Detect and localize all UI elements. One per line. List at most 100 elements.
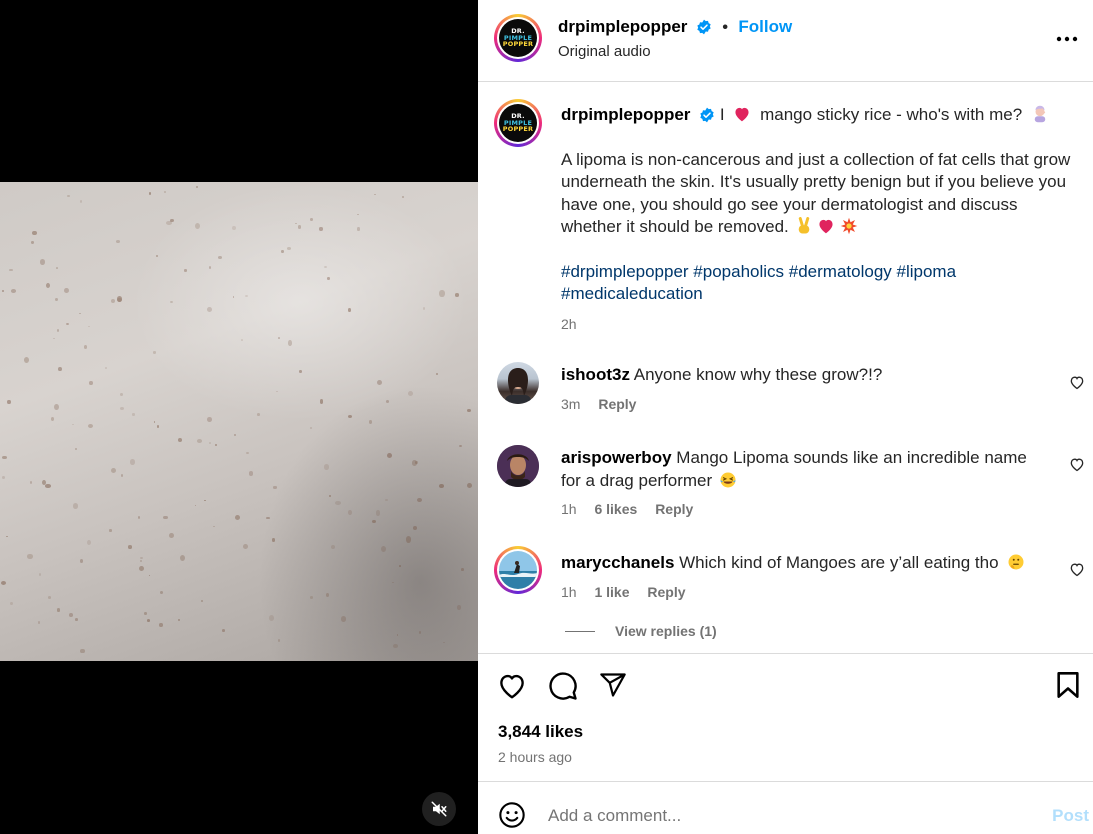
- skin-speckle: [357, 213, 360, 216]
- skin-speckle: [398, 565, 401, 567]
- person-facepalm-emoji-icon: [1034, 105, 1046, 123]
- skin-speckle: [335, 501, 341, 506]
- dr-pimple-popper-logo: DR. PIMPLE POPPER: [499, 104, 537, 142]
- comment-input[interactable]: [548, 806, 1008, 826]
- skin-speckle: [294, 222, 297, 225]
- skin-speckle: [287, 340, 292, 346]
- skin-speckle: [243, 543, 249, 550]
- like-comment-heart-icon[interactable]: [1069, 375, 1085, 390]
- verified-badge-icon: [700, 107, 714, 123]
- skin-speckle: [459, 445, 463, 448]
- likes-count[interactable]: 3,844 likes: [498, 722, 583, 742]
- more-options-icon[interactable]: [1056, 36, 1078, 42]
- video-player[interactable]: [0, 0, 478, 834]
- skin-speckle: [324, 265, 328, 268]
- skin-speckle: [110, 298, 115, 304]
- skin-speckle: [443, 641, 446, 644]
- comment-bubble-icon[interactable]: [548, 671, 578, 701]
- skin-speckle: [309, 427, 312, 430]
- mute-toggle-button[interactable]: [422, 792, 456, 826]
- save-bookmark-icon[interactable]: [1056, 671, 1080, 699]
- skin-speckle: [55, 266, 59, 270]
- commenter-avatar[interactable]: [497, 362, 539, 404]
- comment-time: 1h: [561, 583, 577, 600]
- caption-hashtags[interactable]: #drpimplepopper #popaholics #dermatology…: [561, 261, 1081, 306]
- skin-speckle: [356, 227, 360, 231]
- reply-button[interactable]: Reply: [598, 396, 636, 412]
- comment-username[interactable]: ishoot3z: [561, 365, 630, 384]
- skin-speckle: [439, 290, 445, 297]
- skin-speckle: [287, 247, 292, 250]
- skin-speckle: [54, 404, 59, 411]
- skin-speckle: [373, 193, 376, 196]
- skin-speckle: [385, 499, 388, 501]
- skin-speckle: [209, 442, 211, 445]
- commenter-avatar[interactable]: [497, 445, 539, 487]
- skin-speckle: [79, 199, 83, 203]
- post-comment-button[interactable]: Post: [1052, 806, 1089, 826]
- separator-dot: •: [722, 19, 728, 36]
- skin-speckle: [67, 194, 70, 198]
- comment-username[interactable]: arispowerboy: [561, 448, 672, 467]
- view-replies-label[interactable]: View replies (1): [615, 623, 717, 639]
- post-timestamp: 2 hours ago: [498, 749, 572, 765]
- skin-speckle: [246, 451, 250, 455]
- skin-speckle: [372, 520, 377, 524]
- skin-speckle: [240, 338, 244, 342]
- skin-speckle: [467, 483, 473, 489]
- skin-speckle: [329, 494, 332, 498]
- follow-button[interactable]: Follow: [738, 17, 792, 36]
- skin-speckle: [178, 437, 182, 442]
- skin-speckle: [89, 380, 93, 385]
- skin-speckle: [310, 596, 314, 600]
- skin-speckle: [148, 574, 151, 577]
- hashtags-line-2[interactable]: #medicaleducation: [561, 283, 1081, 306]
- caption: drpimplepopper I mango sticky rice - who…: [561, 104, 1081, 332]
- skin-speckle: [11, 289, 17, 294]
- commenter-avatar[interactable]: [494, 546, 542, 594]
- like-heart-icon[interactable]: [497, 672, 527, 700]
- skin-speckle: [276, 391, 278, 393]
- caption-author-avatar[interactable]: DR. PIMPLE POPPER: [494, 99, 542, 147]
- like-comment-heart-icon[interactable]: [1069, 562, 1085, 577]
- skin-speckle: [24, 356, 30, 363]
- comment-username[interactable]: marycchanels: [561, 553, 674, 572]
- skin-speckle: [330, 544, 336, 550]
- skin-speckle: [416, 497, 423, 503]
- skin-speckle: [50, 417, 54, 422]
- author-username[interactable]: drpimplepopper: [558, 17, 687, 36]
- skin-speckle: [183, 269, 188, 272]
- author-avatar[interactable]: DR. PIMPLE POPPER: [494, 14, 542, 62]
- comment-likes[interactable]: 6 likes: [594, 501, 637, 517]
- caption-author-username[interactable]: drpimplepopper: [561, 105, 690, 124]
- skin-speckle: [234, 515, 240, 520]
- skin-speckle: [164, 190, 167, 194]
- skin-speckle: [218, 256, 223, 259]
- add-comment-bar: Post: [478, 781, 1093, 834]
- caption-body: A lipoma is non-cancerous and just a col…: [561, 149, 1071, 237]
- skin-speckle: [120, 392, 124, 397]
- share-send-icon[interactable]: [598, 671, 628, 699]
- caption-timestamp: 2h: [561, 315, 577, 332]
- hashtags-line-1[interactable]: #drpimplepopper #popaholics #dermatology…: [561, 261, 1081, 284]
- skin-speckle: [310, 218, 313, 222]
- skin-speckle: [115, 239, 121, 243]
- skin-speckle: [232, 296, 235, 299]
- skin-speckle: [53, 337, 56, 340]
- skin-speckle: [56, 329, 59, 332]
- skin-speckle: [297, 225, 302, 229]
- comments-section[interactable]: DR. PIMPLE POPPER drpimplepopper I mango s…: [478, 83, 1093, 653]
- audio-label[interactable]: Original audio: [558, 43, 651, 60]
- skin-speckle: [221, 628, 226, 633]
- emoji-picker-icon[interactable]: [498, 801, 526, 829]
- caption-line1-start: I: [719, 105, 725, 124]
- skin-speckle: [45, 483, 51, 488]
- reply-button[interactable]: Reply: [655, 501, 693, 517]
- skin-speckle: [178, 619, 181, 621]
- comment-likes[interactable]: 1 like: [594, 584, 629, 600]
- view-replies-button[interactable]: View replies (1): [565, 623, 1041, 639]
- reply-button[interactable]: Reply: [647, 584, 685, 600]
- skin-speckle: [120, 473, 124, 477]
- skin-speckle: [212, 525, 216, 528]
- like-comment-heart-icon[interactable]: [1069, 457, 1085, 472]
